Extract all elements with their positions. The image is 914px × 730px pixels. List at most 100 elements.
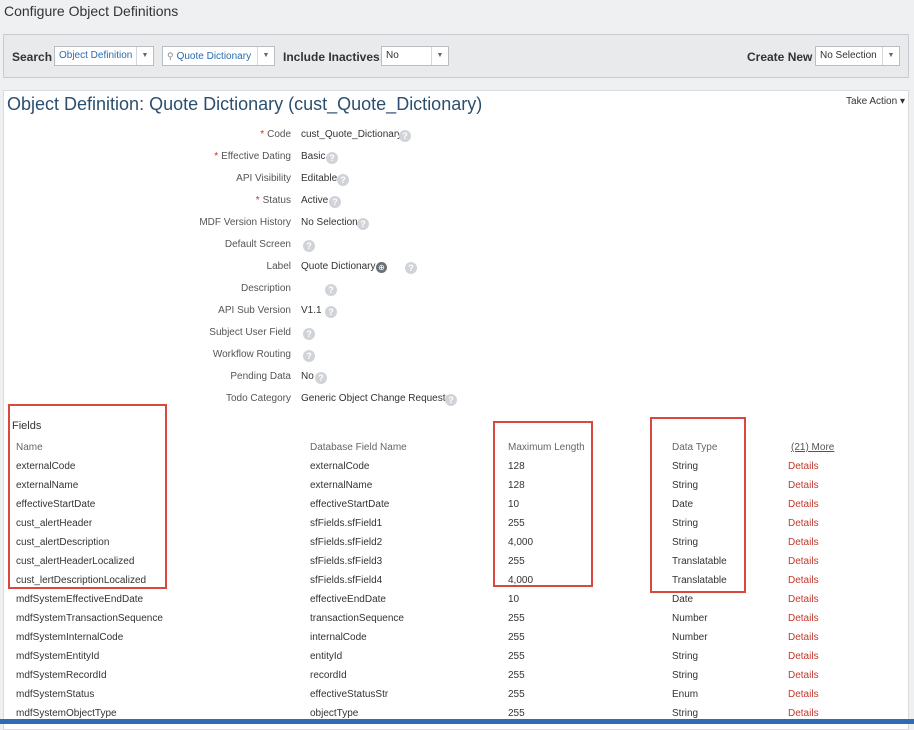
chevron-down-icon[interactable]: ▼ xyxy=(882,47,899,65)
search-toolbar: Search Object Definition ▼ ⚲ Quote Dictio… xyxy=(3,34,909,78)
col-header-max-length: Maximum Length xyxy=(508,442,585,453)
col-header-data-type: Data Type xyxy=(672,442,718,453)
db-field-name: sfFields.sfField4 xyxy=(310,575,383,586)
property-label: Label xyxy=(266,261,291,272)
db-field-name: sfFields.sfField3 xyxy=(310,556,383,567)
field-name: cust_lertDescriptionLocalized xyxy=(16,575,147,586)
help-icon[interactable]: ? xyxy=(337,174,349,186)
max-length: 255 xyxy=(508,613,525,624)
details-link[interactable]: Details xyxy=(788,575,819,586)
max-length: 255 xyxy=(508,632,525,643)
field-name: mdfSystemStatus xyxy=(16,689,95,700)
field-name: mdfSystemInternalCode xyxy=(16,632,124,643)
details-link[interactable]: Details xyxy=(788,689,819,700)
search-label: Search xyxy=(12,50,53,64)
property-value[interactable]: Generic Object Change Requests xyxy=(301,393,451,404)
create-new-label: Create New xyxy=(747,50,813,64)
db-field-name: recordId xyxy=(310,670,347,681)
property-value[interactable]: Quote Dictionary xyxy=(301,261,375,272)
more-fields-link[interactable]: (21) More xyxy=(791,442,834,453)
details-link[interactable]: Details xyxy=(788,537,819,548)
data-type: Number xyxy=(672,632,708,643)
help-icon[interactable]: ? xyxy=(325,306,337,318)
globe-icon[interactable]: ⊕ xyxy=(376,262,387,273)
help-icon[interactable]: ? xyxy=(329,196,341,208)
help-icon[interactable]: ? xyxy=(303,350,315,362)
db-field-name: externalCode xyxy=(310,461,370,472)
chevron-down-icon[interactable]: ▼ xyxy=(136,47,153,65)
db-field-name: externalName xyxy=(310,480,373,491)
max-length: 255 xyxy=(508,651,525,662)
object-title: Object Definition: Quote Dictionary (cus… xyxy=(7,94,483,114)
db-field-name: internalCode xyxy=(310,632,367,643)
chevron-down-icon[interactable]: ▼ xyxy=(257,47,274,65)
include-inactives-select[interactable]: No ▼ xyxy=(381,46,449,66)
property-label: * Code xyxy=(260,129,291,140)
data-type: String xyxy=(672,461,699,472)
help-icon[interactable]: ? xyxy=(399,130,411,142)
property-label: Description xyxy=(240,283,291,294)
data-type: String xyxy=(672,537,699,548)
max-length: 255 xyxy=(508,556,525,567)
search-type-select[interactable]: Object Definition ▼ xyxy=(54,46,154,66)
max-length: 128 xyxy=(508,480,525,491)
col-header-name: Name xyxy=(16,442,43,453)
take-action-menu[interactable]: Take Action ▾ xyxy=(846,96,905,107)
data-type: String xyxy=(672,708,699,719)
db-field-name: effectiveStatusStr xyxy=(310,689,389,700)
help-icon[interactable]: ? xyxy=(357,218,369,230)
db-field-name: sfFields.sfField1 xyxy=(310,518,383,529)
details-link[interactable]: Details xyxy=(788,670,819,681)
data-type: Date xyxy=(672,594,694,605)
data-type: Enum xyxy=(672,689,699,700)
property-label: Workflow Routing xyxy=(212,349,291,360)
property-value[interactable]: No Selection xyxy=(301,217,358,228)
property-value[interactable]: No xyxy=(301,371,314,382)
data-type: String xyxy=(672,480,699,491)
data-type: String xyxy=(672,670,699,681)
object-search-input[interactable]: ⚲ Quote Dictionary ▼ xyxy=(162,46,275,66)
help-icon[interactable]: ? xyxy=(445,394,457,406)
object-definition-panel: Object Definition: Quote Dictionary (cus… xyxy=(3,90,909,730)
help-icon[interactable]: ? xyxy=(325,284,337,296)
field-name: mdfSystemTransactionSequence xyxy=(16,613,163,624)
property-value[interactable]: Basic xyxy=(301,151,325,162)
chevron-down-icon[interactable]: ▼ xyxy=(431,47,448,65)
property-label: Default Screen xyxy=(224,239,291,250)
help-icon[interactable]: ? xyxy=(315,372,327,384)
max-length: 255 xyxy=(508,670,525,681)
details-link[interactable]: Details xyxy=(788,613,819,624)
details-link[interactable]: Details xyxy=(788,632,819,643)
details-link[interactable]: Details xyxy=(788,518,819,529)
create-new-select[interactable]: No Selection ▼ xyxy=(815,46,900,66)
data-type: Date xyxy=(672,499,694,510)
help-icon[interactable]: ? xyxy=(405,262,417,274)
details-link[interactable]: Details xyxy=(788,594,819,605)
property-label: Pending Data xyxy=(230,371,291,382)
required-marker: * xyxy=(260,129,265,140)
field-name: externalCode xyxy=(16,461,76,472)
max-length: 10 xyxy=(508,594,520,605)
property-value[interactable]: V1.1 xyxy=(301,305,322,316)
property-value[interactable]: Active xyxy=(301,195,328,206)
max-length: 255 xyxy=(508,708,525,719)
help-icon[interactable]: ? xyxy=(303,328,315,340)
data-type: Translatable xyxy=(672,556,727,567)
field-name: mdfSystemEntityId xyxy=(16,651,100,662)
details-link[interactable]: Details xyxy=(788,461,819,472)
property-value[interactable]: Editable xyxy=(301,173,337,184)
details-link[interactable]: Details xyxy=(788,708,819,719)
details-link[interactable]: Details xyxy=(788,480,819,491)
taskbar xyxy=(0,719,914,724)
fields-heading: Fields xyxy=(12,420,42,432)
max-length: 4,000 xyxy=(508,575,534,586)
help-icon[interactable]: ? xyxy=(303,240,315,252)
field-name: effectiveStartDate xyxy=(16,499,96,510)
details-link[interactable]: Details xyxy=(788,556,819,567)
property-value[interactable]: cust_Quote_Dictionary xyxy=(301,129,402,140)
data-type: Translatable xyxy=(672,575,727,586)
property-label: Todo Category xyxy=(225,393,291,404)
details-link[interactable]: Details xyxy=(788,499,819,510)
help-icon[interactable]: ? xyxy=(326,152,338,164)
details-link[interactable]: Details xyxy=(788,651,819,662)
